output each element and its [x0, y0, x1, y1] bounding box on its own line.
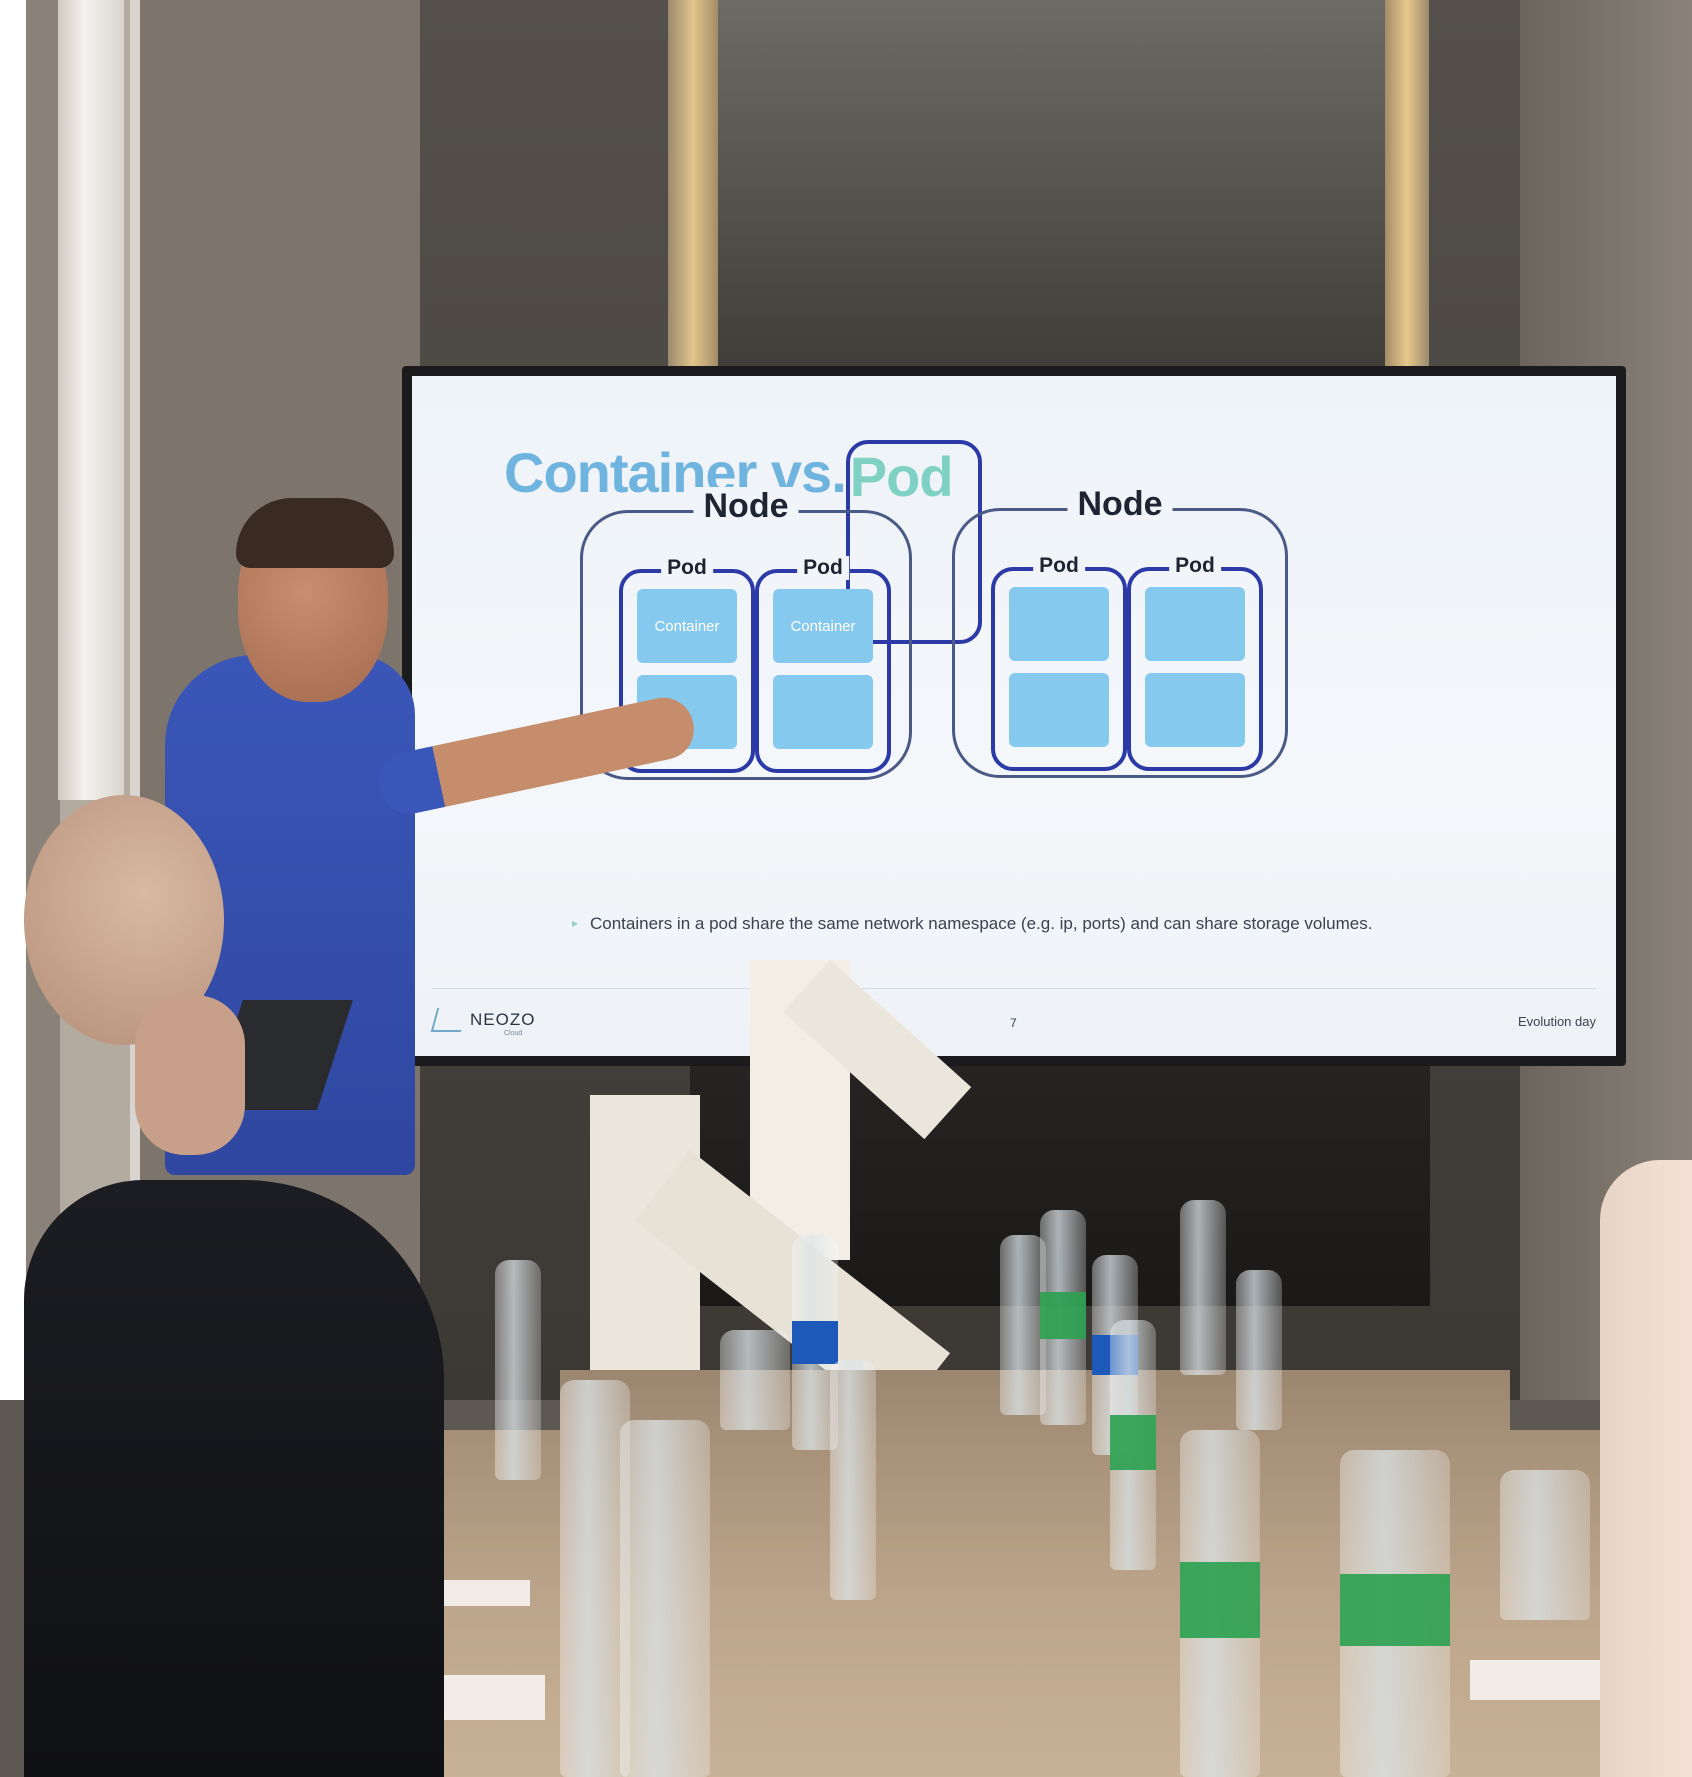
water-bottle	[1180, 1430, 1260, 1777]
node-label: Node	[693, 487, 799, 526]
container-box	[773, 675, 873, 749]
photo-scene: Container vs. Pod Node Pod Container Pod…	[0, 0, 1692, 1777]
water-bottle	[830, 1360, 876, 1600]
foreground-hand-right	[1600, 1160, 1692, 1777]
window-upper	[710, 0, 1410, 380]
slide-footer-event: Evolution day	[1517, 1014, 1596, 1029]
listener-body	[24, 1180, 444, 1777]
pod-label: Pod	[797, 556, 849, 580]
window-frame-right	[1385, 0, 1429, 380]
container-box: Container	[773, 589, 873, 663]
pod-label: Pod	[1169, 554, 1221, 578]
curtain	[58, 0, 124, 800]
slide-bullet-text: Containers in a pod share the same netwo…	[590, 914, 1373, 933]
water-bottle	[495, 1260, 541, 1480]
neozo-logo-subtext: Cloud	[504, 1030, 523, 1037]
pod-box: Pod	[1127, 554, 1263, 771]
listener-hand	[135, 995, 245, 1155]
slide-footer-divider	[432, 988, 1596, 989]
pod-label: Pod	[1033, 554, 1085, 578]
glass	[1500, 1470, 1590, 1620]
container-box: Container	[637, 589, 737, 663]
container-box	[1145, 587, 1245, 661]
bullet-marker-icon: ▸	[572, 916, 579, 930]
container-box	[1009, 587, 1109, 661]
neozo-logo-icon	[430, 1008, 468, 1032]
water-bottle	[620, 1420, 710, 1777]
water-bottle	[1040, 1210, 1086, 1425]
node-label: Node	[1067, 485, 1173, 524]
water-bottle	[1340, 1450, 1450, 1777]
pod-box: Pod	[991, 554, 1127, 771]
presenter-hair	[236, 498, 394, 568]
water-bottle	[1110, 1320, 1156, 1570]
neozo-logo: NEOZO Cloud	[430, 1008, 536, 1037]
notepad	[1470, 1660, 1620, 1700]
container-box	[1145, 673, 1245, 747]
slide-page-number: 7	[1010, 1016, 1017, 1030]
node-box-2: Node Pod Pod	[952, 485, 1288, 778]
water-bottle	[1180, 1200, 1226, 1375]
container-box	[1009, 673, 1109, 747]
window-frame-left	[668, 0, 718, 380]
pod-box: Pod Container	[755, 556, 891, 773]
glass	[720, 1330, 790, 1430]
neozo-logo-text: NEOZO	[470, 1010, 536, 1029]
water-bottle	[1236, 1270, 1282, 1430]
pod-label: Pod	[661, 556, 713, 580]
